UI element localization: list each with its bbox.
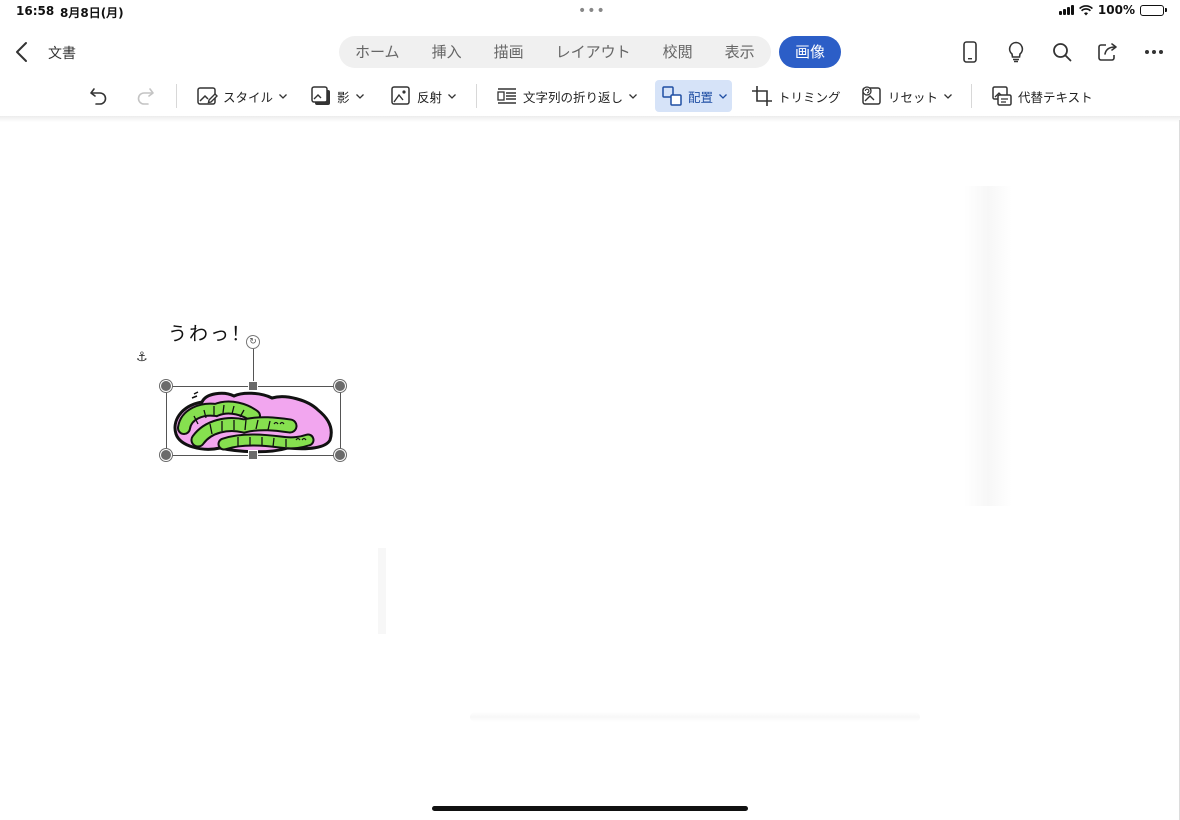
battery-icon: [1140, 4, 1167, 16]
resize-handle-top-right[interactable]: [334, 380, 346, 392]
crop-button[interactable]: トリミング: [751, 80, 841, 112]
reset-button[interactable]: リセット: [861, 80, 953, 112]
alt-text-label: 代替テキスト: [1018, 89, 1093, 105]
resize-handle-top[interactable]: [248, 381, 258, 391]
alt-text-icon: [992, 86, 1012, 106]
ribbon-divider: [971, 84, 972, 108]
tab-draw[interactable]: 描画: [478, 36, 540, 68]
document-text[interactable]: うわっ！: [168, 319, 252, 346]
title-bar: 文書 ホーム 挿入 描画 レイアウト 校閲 表示 画像: [0, 28, 1180, 76]
reflection-label: 反射: [417, 89, 443, 105]
alt-text-button[interactable]: 代替テキスト: [991, 80, 1093, 112]
reset-picture-icon: [862, 86, 881, 105]
multitasking-dots-icon[interactable]: •••: [578, 3, 606, 19]
picture-reflection-icon: [391, 86, 410, 105]
more-options-icon[interactable]: [1138, 36, 1170, 68]
status-date: 8月8日(月): [60, 6, 124, 20]
status-bar: 16:58 8月8日(月) ••• 100%: [0, 0, 1180, 24]
reflection-button[interactable]: 反射: [390, 80, 457, 112]
reset-label: リセット: [888, 89, 939, 105]
wifi-icon: [1078, 4, 1093, 15]
undo-icon: [90, 88, 107, 105]
battery-percent: 100%: [1097, 3, 1135, 17]
status-time: 16:58: [16, 4, 55, 18]
status-right: 100%: [1058, 3, 1167, 17]
search-icon[interactable]: [1046, 36, 1078, 68]
chevron-down-icon: [279, 94, 287, 99]
chevron-down-icon: [448, 94, 456, 99]
arrange-button[interactable]: 配置: [655, 80, 732, 112]
crop-label: トリミング: [778, 89, 841, 105]
redo-icon: [137, 88, 154, 105]
wrap-text-label: 文字列の折り返し: [523, 89, 624, 105]
undo-button[interactable]: [88, 80, 110, 112]
shadow-label: 影: [337, 89, 350, 105]
ribbon-tabs: ホーム 挿入 描画 レイアウト 校閲 表示: [339, 36, 771, 68]
header-actions: [954, 36, 1170, 68]
tab-layout[interactable]: レイアウト: [540, 36, 647, 68]
document-title[interactable]: 文書: [48, 43, 76, 63]
rotate-handle-icon[interactable]: ↻: [246, 335, 260, 349]
picture-selection-frame: [166, 386, 341, 456]
ribbon-divider: [476, 84, 477, 108]
arrange-label: 配置: [688, 89, 714, 105]
wrap-text-button[interactable]: 文字列の折り返し: [496, 80, 638, 112]
anchor-icon[interactable]: ⚓: [136, 350, 148, 365]
resize-handle-bottom[interactable]: [248, 450, 258, 460]
tab-picture[interactable]: 画像: [779, 36, 842, 68]
arrange-icon: [662, 86, 682, 106]
picture-ribbon: スタイル 影 反射 文字列の折り返し 配置 トリミング リセット 代替テキスト: [0, 78, 1180, 114]
chevron-down-icon: [629, 94, 637, 99]
redo-button[interactable]: [134, 80, 156, 112]
wrap-text-icon: [497, 88, 516, 104]
chevron-down-icon: [719, 94, 727, 99]
chevron-down-icon: [355, 94, 364, 99]
share-icon[interactable]: [1092, 36, 1124, 68]
resize-handle-bottom-left[interactable]: [160, 449, 172, 461]
tab-home[interactable]: ホーム: [339, 36, 416, 68]
picture-shadow-icon: [311, 86, 330, 105]
crop-icon: [752, 86, 772, 106]
style-label: スタイル: [223, 89, 274, 105]
faint-page-artifact: [378, 548, 386, 634]
style-button[interactable]: スタイル: [196, 80, 288, 112]
faint-page-artifact: [964, 186, 1012, 506]
tab-review[interactable]: 校閲: [647, 36, 709, 68]
tab-view[interactable]: 表示: [709, 36, 771, 68]
mobile-view-icon[interactable]: [954, 36, 986, 68]
picture-style-icon: [197, 87, 218, 105]
shadow-button[interactable]: 影: [310, 80, 365, 112]
faint-page-artifact: [470, 712, 920, 722]
resize-handle-top-left[interactable]: [160, 380, 172, 392]
chevron-down-icon: [944, 94, 952, 99]
resize-handle-bottom-right[interactable]: [334, 449, 346, 461]
lightbulb-icon[interactable]: [1000, 36, 1032, 68]
back-chevron-icon[interactable]: [12, 40, 34, 64]
cellular-signal-icon: [1058, 5, 1074, 15]
home-indicator[interactable]: [432, 806, 748, 811]
ribbon-divider: [176, 84, 177, 108]
tab-insert[interactable]: 挿入: [416, 36, 478, 68]
